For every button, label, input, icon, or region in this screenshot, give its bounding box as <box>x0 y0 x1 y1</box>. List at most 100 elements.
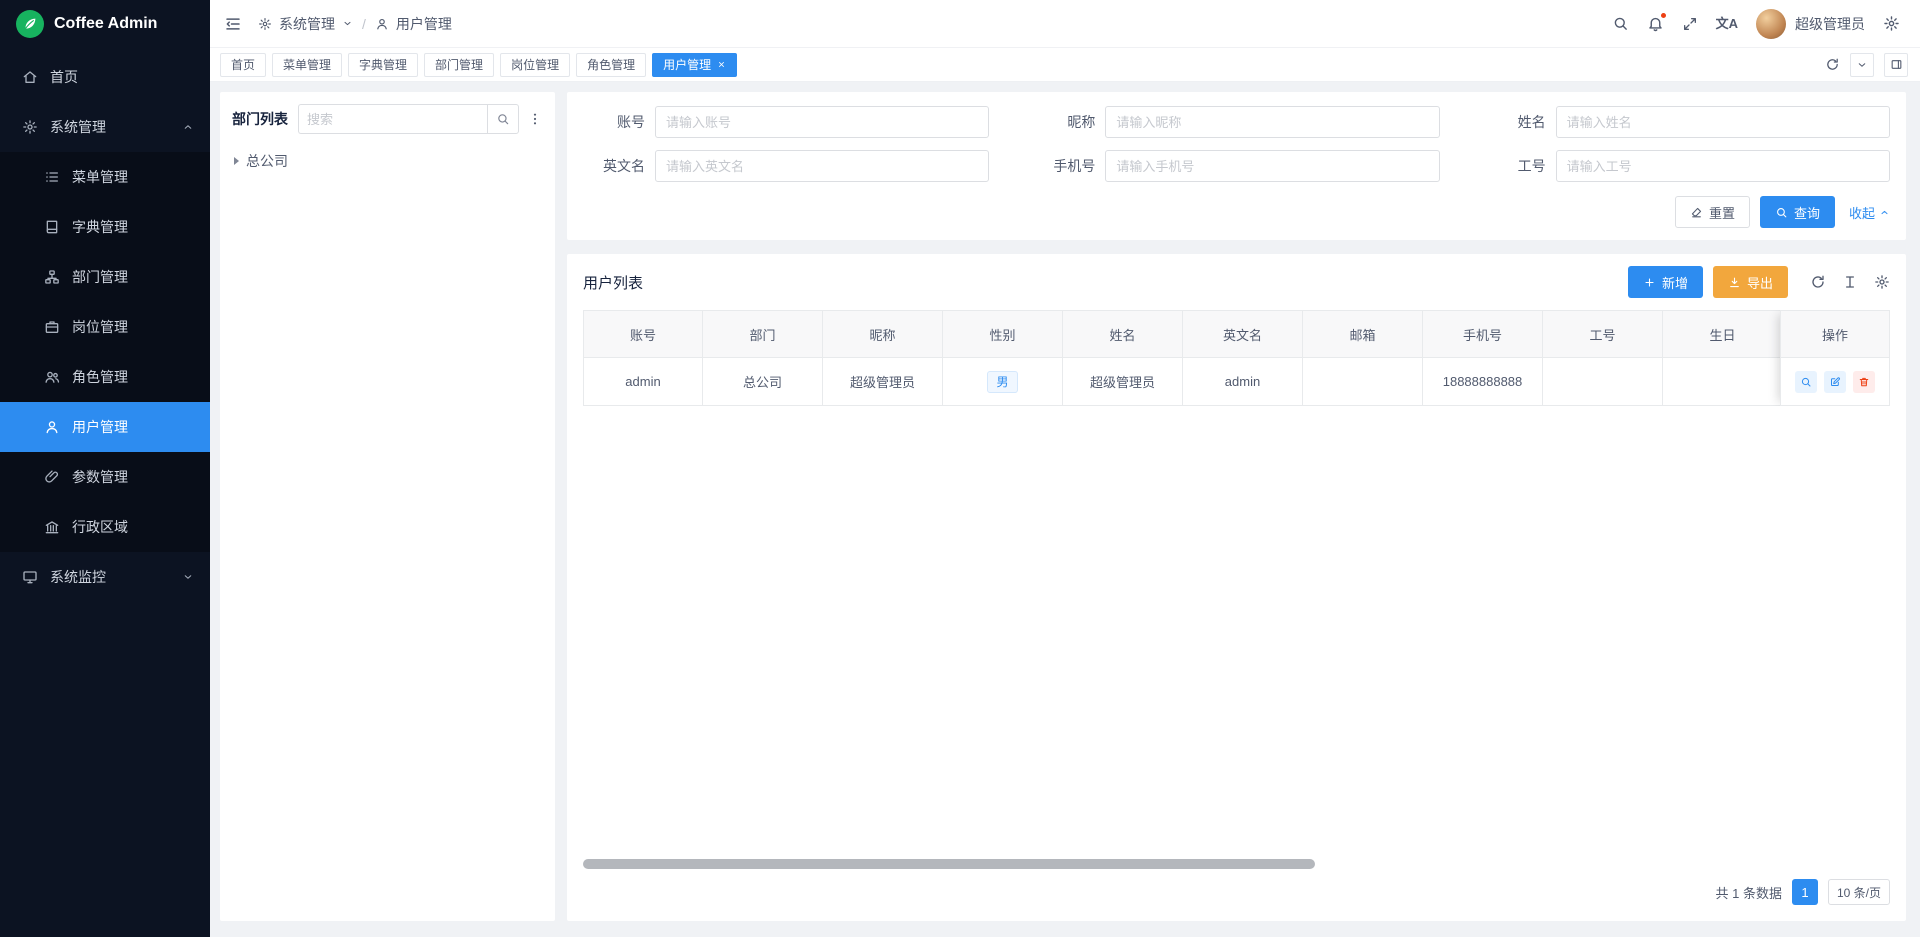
layout-panel-button[interactable] <box>1884 53 1908 77</box>
dept-search-input[interactable] <box>298 104 487 134</box>
sidebar-item-label: 行政区域 <box>72 517 128 537</box>
tree-node-root[interactable]: 总公司 <box>232 146 543 176</box>
nickname-input[interactable] <box>1105 106 1439 138</box>
main-column: 系统管理 / 用户管理 文A 超级管理员 <box>210 0 1920 937</box>
field-account: 账号 <box>583 106 989 138</box>
sidebar-item-dept-mgmt[interactable]: 部门管理 <box>0 252 210 302</box>
sidebar-item-role-mgmt[interactable]: 角色管理 <box>0 352 210 402</box>
delete-button[interactable] <box>1853 371 1875 393</box>
fixed-action-column: 操作 <box>1780 310 1890 406</box>
user-menu[interactable]: 超级管理员 <box>1756 9 1865 39</box>
app-logo: Coffee Admin <box>0 0 210 48</box>
filter-card: 账号 昵称 姓名 英文名 <box>567 92 1906 240</box>
table-header-row: 账号 部门 昵称 性别 姓名 英文名 邮箱 手机号 工号 生日 <box>583 310 1783 358</box>
reset-button[interactable]: 重置 <box>1675 196 1750 228</box>
view-button[interactable] <box>1795 371 1817 393</box>
settings-gear-button[interactable] <box>1883 15 1900 32</box>
tab-label: 部门管理 <box>435 56 483 73</box>
gender-tag: 男 <box>987 371 1017 393</box>
field-english-name: 英文名 <box>583 150 989 182</box>
chevron-down-icon <box>182 571 194 583</box>
phone-label: 手机号 <box>1033 156 1095 176</box>
app-root: Coffee Admin 首页 系统管理 菜单管理 字典管理 <box>0 0 1920 937</box>
scrollbar-thumb[interactable] <box>583 859 1315 869</box>
sidebar-item-user-mgmt[interactable]: 用户管理 <box>0 402 210 452</box>
sidebar-item-param-mgmt[interactable]: 参数管理 <box>0 452 210 502</box>
tab-menu-mgmt[interactable]: 菜单管理 <box>272 53 342 77</box>
cell-name: 超级管理员 <box>1063 358 1183 406</box>
refresh-table-button[interactable] <box>1810 274 1826 290</box>
sidebar-item-dict-mgmt[interactable]: 字典管理 <box>0 202 210 252</box>
fullscreen-button[interactable] <box>1682 16 1698 32</box>
cell-birthday <box>1663 358 1783 406</box>
tab-user-mgmt[interactable]: 用户管理 <box>652 53 737 77</box>
dept-search-submit-button[interactable] <box>487 104 519 134</box>
column-header-gender: 性别 <box>943 310 1063 358</box>
dept-tree: 总公司 <box>232 146 543 176</box>
refresh-tab-button[interactable] <box>1825 57 1840 72</box>
tab-tools <box>1825 53 1908 77</box>
export-button[interactable]: 导出 <box>1713 266 1788 298</box>
search-button[interactable] <box>1612 15 1629 32</box>
account-input[interactable] <box>655 106 989 138</box>
translate-button[interactable]: 文A <box>1716 17 1738 30</box>
sidebar-item-admin-region[interactable]: 行政区域 <box>0 502 210 552</box>
breadcrumb-item-system[interactable]: 系统管理 <box>279 14 335 34</box>
cell-gender: 男 <box>943 358 1063 406</box>
dept-search-group <box>298 104 519 134</box>
cell-english-name: admin <box>1183 358 1303 406</box>
main-panel: 账号 昵称 姓名 英文名 <box>567 92 1906 921</box>
user-list-title: 用户列表 <box>583 272 643 293</box>
more-options-button[interactable] <box>527 111 543 127</box>
home-icon <box>22 69 38 85</box>
tab-label: 用户管理 <box>663 56 711 73</box>
collapse-filter-link[interactable]: 收起 <box>1849 203 1890 222</box>
sidebar-item-system-mgmt[interactable]: 系统管理 <box>0 102 210 152</box>
topbar-actions: 文A 超级管理员 <box>1612 9 1900 39</box>
phone-input[interactable] <box>1105 150 1439 182</box>
sidebar-item-home[interactable]: 首页 <box>0 52 210 102</box>
sidebar-item-menu-mgmt[interactable]: 菜单管理 <box>0 152 210 202</box>
tab-home[interactable]: 首页 <box>220 53 266 77</box>
page-size-select[interactable]: 10 条/页 <box>1828 879 1890 905</box>
tab-post-mgmt[interactable]: 岗位管理 <box>500 53 570 77</box>
sidebar-menu: 首页 系统管理 菜单管理 字典管理 部门管理 <box>0 48 210 937</box>
sidebar-item-system-monitor[interactable]: 系统监控 <box>0 552 210 602</box>
cell-phone: 18888888888 <box>1423 358 1543 406</box>
sidebar-item-label: 部门管理 <box>72 267 128 287</box>
sidebar-item-label: 参数管理 <box>72 467 128 487</box>
edit-button[interactable] <box>1824 371 1846 393</box>
close-icon[interactable] <box>717 60 726 69</box>
table-settings-button[interactable] <box>1874 274 1890 290</box>
caret-right-icon[interactable] <box>234 157 239 165</box>
collapse-link-label: 收起 <box>1849 203 1875 222</box>
bank-icon <box>44 519 60 535</box>
row-actions <box>1780 358 1890 406</box>
collapse-sidebar-button[interactable] <box>224 15 242 33</box>
user-list-tools: 新增 导出 <box>1628 266 1890 298</box>
work-id-input[interactable] <box>1556 150 1890 182</box>
notifications-button[interactable] <box>1647 15 1664 32</box>
field-name: 姓名 <box>1484 106 1890 138</box>
column-header-phone: 手机号 <box>1423 310 1543 358</box>
sidebar-item-post-mgmt[interactable]: 岗位管理 <box>0 302 210 352</box>
column-width-button[interactable] <box>1842 274 1858 290</box>
add-user-button[interactable]: 新增 <box>1628 266 1703 298</box>
column-header-actions: 操作 <box>1780 310 1890 358</box>
tab-dict-mgmt[interactable]: 字典管理 <box>348 53 418 77</box>
content-area: 部门列表 总公司 <box>210 82 1920 937</box>
sidebar-item-label: 系统管理 <box>50 117 106 137</box>
tab-dept-mgmt[interactable]: 部门管理 <box>424 53 494 77</box>
tab-role-mgmt[interactable]: 角色管理 <box>576 53 646 77</box>
page-button-1[interactable]: 1 <box>1792 879 1818 905</box>
english-name-input[interactable] <box>655 150 989 182</box>
sidebar-submenu-system: 菜单管理 字典管理 部门管理 岗位管理 角色管理 <box>0 152 210 552</box>
cell-work-id <box>1543 358 1663 406</box>
search-submit-button[interactable]: 查询 <box>1760 196 1835 228</box>
field-nickname: 昵称 <box>1033 106 1439 138</box>
filter-grid: 账号 昵称 姓名 英文名 <box>583 106 1890 182</box>
chevron-up-icon <box>182 121 194 133</box>
add-button-label: 新增 <box>1662 273 1688 292</box>
tab-list-dropdown-button[interactable] <box>1850 53 1874 77</box>
name-input[interactable] <box>1556 106 1890 138</box>
